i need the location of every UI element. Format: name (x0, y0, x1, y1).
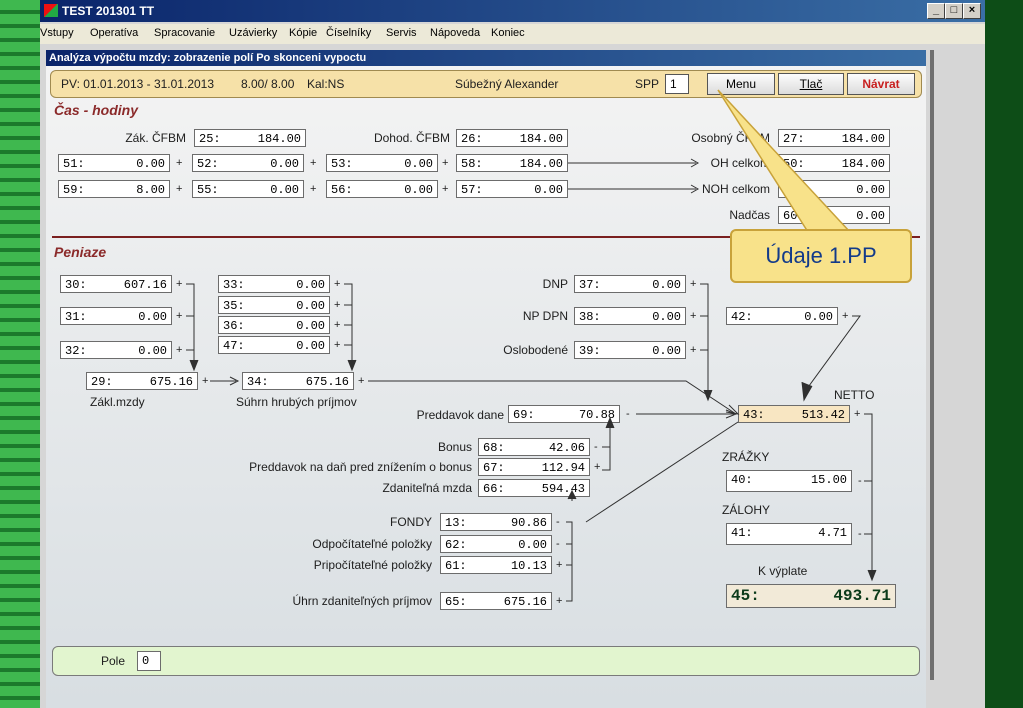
menu-servis[interactable]: Servis (386, 27, 417, 39)
menu-bar: Vstupy Operatíva Spracovanie Uzávierky K… (40, 24, 985, 44)
main-window: TEST 201301 TT _ □ × Vstupy Operatíva Sp… (40, 0, 985, 708)
callout-udaje-1pp: Údaje 1.PP (730, 229, 912, 283)
menu-spracovanie[interactable]: Spracovanie (154, 27, 215, 39)
menu-napoveda[interactable]: Nápoveda (430, 27, 480, 39)
window-title: TEST 201301 TT (62, 4, 155, 18)
right-background-bar (985, 0, 1023, 708)
menu-operativa[interactable]: Operatíva (90, 27, 138, 39)
menu-vstupy[interactable]: Vstupy (40, 27, 74, 39)
maximize-button[interactable]: □ (945, 3, 963, 19)
flow-connectors (186, 158, 877, 602)
minimize-button[interactable]: _ (927, 3, 945, 19)
close-button[interactable]: × (963, 3, 981, 19)
window-titlebar[interactable]: TEST 201301 TT _ □ × (40, 0, 985, 22)
left-decorative-stripes (0, 0, 40, 708)
menu-ciselniky[interactable]: Číselníky (326, 27, 371, 39)
menu-koniec[interactable]: Koniec (491, 27, 525, 39)
app-icon (44, 4, 58, 17)
window-edge (930, 50, 934, 680)
menu-kopie[interactable]: Kópie (289, 27, 317, 39)
analysis-form: Analýza výpočtu mzdy: zobrazenie polí Po… (46, 50, 926, 708)
menu-uzavierky[interactable]: Uzávierky (229, 27, 277, 39)
